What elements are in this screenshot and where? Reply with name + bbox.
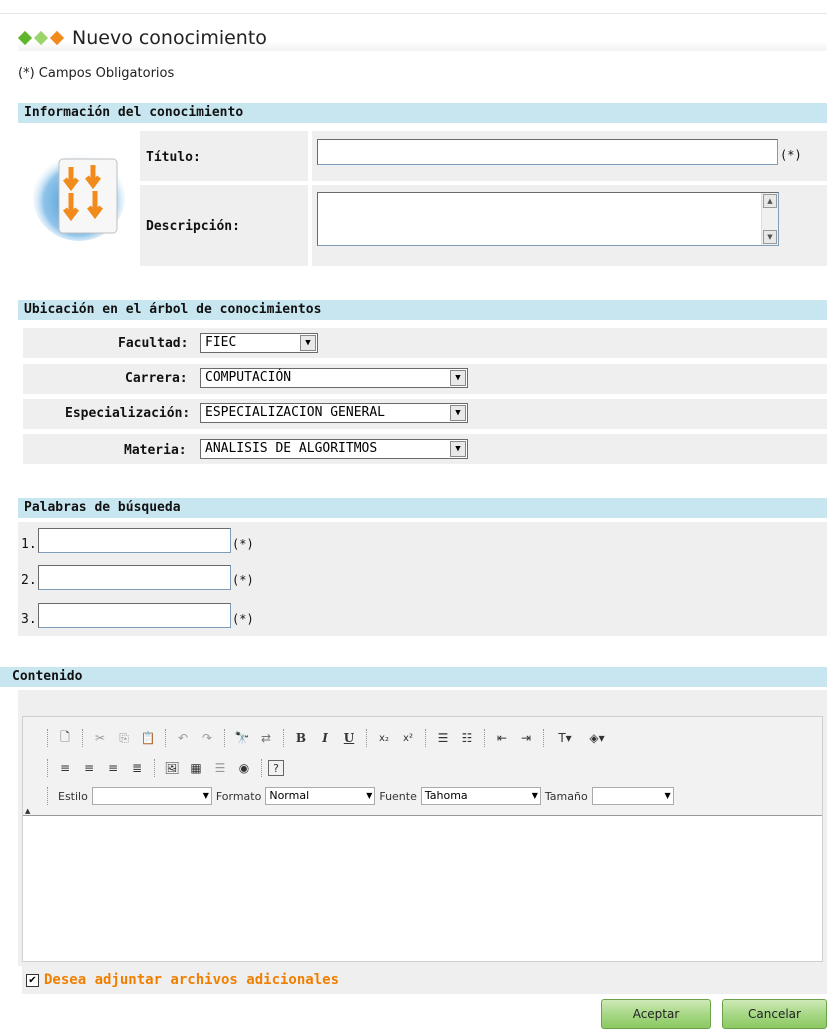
tamano-select[interactable]: ▼ xyxy=(591,787,674,805)
descripcion-scrollbar[interactable]: ▲ ▼ xyxy=(761,193,778,245)
text-color-icon[interactable]: T▾ xyxy=(550,727,580,749)
especializacion-value: ESPECIALIZACION GENERAL xyxy=(205,405,386,420)
help-icon[interactable]: ? xyxy=(268,760,284,776)
editor-toolbar-row-2: ≡ ≡ ≡ ≣ 🖼 ▦ ☰ ◉ ? xyxy=(43,757,286,779)
chevron-down-icon[interactable]: ▼ xyxy=(450,441,466,457)
outdent-icon[interactable]: ⇤ xyxy=(491,727,513,749)
chevron-down-icon[interactable]: ▼ xyxy=(450,370,466,386)
titulo-input[interactable] xyxy=(317,139,778,165)
estilo-label: Estilo xyxy=(58,789,88,803)
replace-icon[interactable]: ⇄ xyxy=(255,727,277,749)
rich-text-editor: 🗋 ✂ ⎘ 📋 ↶ ↷ 🔭 ⇄ B I U x₂ x² ☰ ☷ ⇤ ⇥ T▾ ◈… xyxy=(22,716,823,962)
formato-value: Normal xyxy=(269,789,310,802)
page-header: Nuevo conocimiento xyxy=(17,25,827,51)
italic-button[interactable]: I xyxy=(314,727,336,749)
subscript-icon[interactable]: x₂ xyxy=(373,727,395,749)
chevron-down-icon[interactable]: ▼ xyxy=(450,405,466,421)
scroll-up-icon[interactable]: ▲ xyxy=(763,194,777,208)
section-header-info: Información del conocimiento xyxy=(18,103,827,123)
bold-button[interactable]: B xyxy=(290,727,312,749)
keyword-required-mark: (*) xyxy=(232,612,254,626)
page-title: Nuevo conocimiento xyxy=(72,27,267,49)
chevron-down-icon[interactable]: ▼ xyxy=(300,335,316,351)
accept-button[interactable]: Aceptar xyxy=(601,999,711,1029)
formato-select[interactable]: Normal ▼ xyxy=(265,787,376,805)
estilo-select[interactable]: ▼ xyxy=(91,787,212,805)
carrera-label: Carrera: xyxy=(125,371,188,386)
diamonds-icon xyxy=(17,30,65,46)
scroll-down-icon[interactable]: ▼ xyxy=(763,230,777,244)
redo-icon[interactable]: ↷ xyxy=(196,727,218,749)
paste-icon[interactable]: 📋 xyxy=(137,727,159,749)
attach-files-row: ✔ Desea adjuntar archivos adicionales xyxy=(22,966,827,994)
align-right-icon[interactable]: ≡ xyxy=(102,757,124,779)
indent-icon[interactable]: ⇥ xyxy=(515,727,537,749)
keyword-required-mark: (*) xyxy=(232,573,254,587)
align-left-icon[interactable]: ≡ xyxy=(54,757,76,779)
superscript-icon[interactable]: x² xyxy=(397,727,419,749)
bulleted-list-icon[interactable]: ☷ xyxy=(456,727,478,749)
info-icon-cell xyxy=(23,131,140,266)
copy-icon[interactable]: ⎘ xyxy=(113,727,135,749)
flash-icon[interactable]: ◉ xyxy=(233,757,255,779)
document-arrows-icon xyxy=(33,153,125,241)
tamano-label: Tamaño xyxy=(544,789,588,803)
especializacion-select[interactable]: ESPECIALIZACION GENERAL ▼ xyxy=(200,403,468,423)
image-icon[interactable]: 🖼 xyxy=(161,757,183,779)
top-divider xyxy=(0,13,827,14)
titulo-label: Título: xyxy=(146,150,201,165)
horizontal-rule-icon[interactable]: ☰ xyxy=(209,757,231,779)
justify-icon[interactable]: ≣ xyxy=(126,757,148,779)
attach-checkbox[interactable]: ✔ xyxy=(26,973,39,987)
underline-button[interactable]: U xyxy=(338,727,360,749)
keyword-input-2[interactable] xyxy=(38,565,231,590)
align-center-icon[interactable]: ≡ xyxy=(78,757,100,779)
facultad-label: Facultad: xyxy=(118,336,189,351)
fuente-value: Tahoma xyxy=(424,789,468,802)
fuente-select[interactable]: Tahoma ▼ xyxy=(420,787,541,805)
fuente-label: Fuente xyxy=(379,789,417,803)
carrera-value: COMPUTACIÓN xyxy=(205,370,292,385)
carrera-select[interactable]: COMPUTACIÓN ▼ xyxy=(200,368,468,388)
chevron-down-icon[interactable]: ▼ xyxy=(532,788,538,804)
keyword-input-1[interactable] xyxy=(38,528,231,553)
especializacion-label: Especialización: xyxy=(65,406,191,421)
attach-label[interactable]: Desea adjuntar archivos adicionales xyxy=(44,972,339,988)
keyword-number: 2. xyxy=(21,573,37,588)
section-header-content: Contenido xyxy=(0,667,827,687)
section-header-location: Ubicación en el árbol de conocimientos xyxy=(18,300,827,320)
materia-value: ANALISIS DE ALGORITMOS xyxy=(205,441,378,456)
new-page-icon[interactable]: 🗋 xyxy=(54,727,76,749)
keyword-input-3[interactable] xyxy=(38,603,231,628)
chevron-down-icon[interactable]: ▼ xyxy=(665,788,671,804)
required-note: (*) Campos Obligatorios xyxy=(18,66,175,81)
editor-content-area[interactable] xyxy=(23,815,822,961)
descripcion-label: Descripción: xyxy=(146,219,240,234)
formato-label: Formato xyxy=(215,789,262,803)
chevron-down-icon[interactable]: ▼ xyxy=(203,788,209,804)
materia-label: Materia: xyxy=(124,443,187,458)
keyword-number: 3. xyxy=(21,612,37,627)
section-header-keywords: Palabras de búsqueda xyxy=(18,498,827,518)
undo-icon[interactable]: ↶ xyxy=(172,727,194,749)
titulo-required-mark: (*) xyxy=(780,148,802,162)
cut-icon[interactable]: ✂ xyxy=(89,727,111,749)
find-icon[interactable]: 🔭 xyxy=(231,727,253,749)
facultad-select[interactable]: FIEC ▼ xyxy=(200,333,318,353)
descripcion-textarea[interactable]: ▲ ▼ xyxy=(317,192,779,246)
keyword-number: 1. xyxy=(21,537,37,552)
table-icon[interactable]: ▦ xyxy=(185,757,207,779)
collapse-toolbar-icon[interactable]: ▲ xyxy=(25,807,30,815)
chevron-down-icon[interactable]: ▼ xyxy=(366,788,372,804)
cancel-button[interactable]: Cancelar xyxy=(722,999,827,1029)
numbered-list-icon[interactable]: ☰ xyxy=(432,727,454,749)
keyword-required-mark: (*) xyxy=(232,537,254,551)
facultad-value: FIEC xyxy=(205,335,237,350)
background-color-icon[interactable]: ◈▾ xyxy=(582,727,612,749)
editor-toolbar-row-1: 🗋 ✂ ⎘ 📋 ↶ ↷ 🔭 ⇄ B I U x₂ x² ☰ ☷ ⇤ ⇥ T▾ ◈… xyxy=(43,727,614,749)
editor-toolbar-row-3: Estilo ▼ Formato Normal ▼ Fuente Tahoma ▼ … xyxy=(43,787,674,805)
materia-select[interactable]: ANALISIS DE ALGORITMOS ▼ xyxy=(200,439,468,459)
